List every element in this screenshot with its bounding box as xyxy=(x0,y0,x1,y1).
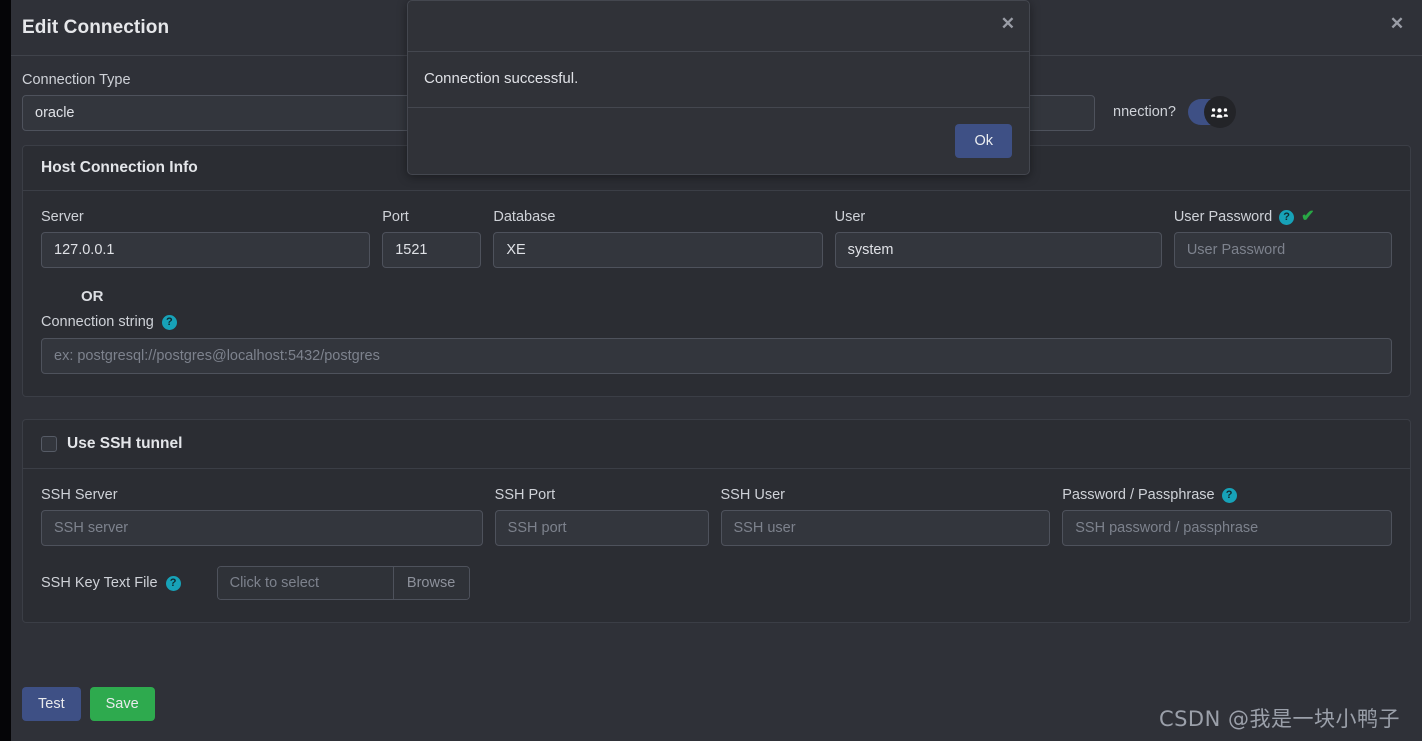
or-label: OR xyxy=(81,288,104,305)
connection-string-input[interactable] xyxy=(41,338,1392,374)
ssh-user-input[interactable] xyxy=(720,510,1051,546)
users-icon xyxy=(1211,107,1229,118)
ssh-password-input[interactable] xyxy=(1062,510,1393,546)
green-check-icon: ✔ xyxy=(1301,208,1315,225)
ssh-password-label-text: Password / Passphrase xyxy=(1062,487,1215,503)
use-ssh-tunnel-label: Use SSH tunnel xyxy=(67,435,183,452)
close-icon[interactable]: ✕ xyxy=(1001,15,1015,32)
background-strip xyxy=(0,0,11,741)
modal-message: Connection successful. xyxy=(408,52,1029,108)
share-connection-toggle[interactable] xyxy=(1187,96,1236,128)
ssh-user-field: SSH User xyxy=(720,487,1051,546)
use-ssh-tunnel-checkbox[interactable] xyxy=(41,436,57,452)
ssh-tunnel-card: Use SSH tunnel SSH Server SSH Port xyxy=(22,419,1411,623)
question-circle-icon[interactable]: ? xyxy=(1279,209,1295,225)
watermark: CSDN @我是一块小鸭子 xyxy=(1158,707,1400,731)
share-connection-group: nnection? xyxy=(1113,96,1236,131)
host-connection-body: Server Port Database User xyxy=(23,191,1410,396)
host-fields-row: Server Port Database User xyxy=(41,209,1392,268)
browse-button[interactable]: Browse xyxy=(392,567,469,599)
ssh-server-label: SSH Server xyxy=(41,487,118,503)
user-password-label-text: User Password xyxy=(1173,209,1273,225)
ssh-fields-row: SSH Server SSH Port SSH User xyxy=(41,487,1393,546)
question-circle-icon[interactable]: ? xyxy=(161,314,177,330)
ssh-tunnel-body: SSH Server SSH Port SSH User xyxy=(23,469,1410,622)
ssh-password-field: Password / Passphrase ? xyxy=(1062,487,1393,546)
ssh-server-input[interactable] xyxy=(41,510,483,546)
connection-string-label-text: Connection string xyxy=(41,314,154,330)
user-password-label: User Password ? ✔ xyxy=(1173,208,1392,226)
ssh-tunnel-header[interactable]: Use SSH tunnel xyxy=(23,420,1410,469)
connection-result-modal: ✕ Connection successful. Ok xyxy=(407,0,1030,175)
ssh-key-file-label-text: SSH Key Text File xyxy=(41,575,158,591)
user-password-field: User Password ? ✔ xyxy=(1173,208,1392,268)
user-input[interactable] xyxy=(834,232,1162,268)
ssh-server-field: SSH Server xyxy=(41,487,483,546)
screen: Edit Connection ✕ Connection Type oracle… xyxy=(0,0,1422,741)
host-connection-card: Host Connection Info Server Port Databas… xyxy=(22,145,1411,397)
ssh-key-file-picker[interactable]: Click to select Browse xyxy=(216,566,470,600)
server-input[interactable] xyxy=(41,232,371,268)
close-icon[interactable]: ✕ xyxy=(1386,13,1408,35)
database-field: Database xyxy=(493,209,823,268)
port-label: Port xyxy=(382,209,409,225)
connection-string-label: Connection string ? xyxy=(41,314,1392,330)
user-password-input[interactable] xyxy=(1173,232,1392,268)
database-label: Database xyxy=(493,209,556,225)
ssh-port-input[interactable] xyxy=(494,510,709,546)
ssh-key-file-row: SSH Key Text File ? Click to select Brow… xyxy=(41,566,1392,600)
ssh-port-label: SSH Port xyxy=(494,487,556,503)
user-field: User xyxy=(834,209,1162,268)
ssh-user-label: SSH User xyxy=(720,487,785,503)
question-circle-icon[interactable]: ? xyxy=(1221,487,1237,503)
ok-button[interactable]: Ok xyxy=(955,124,1012,158)
ssh-key-file-name[interactable]: Click to select xyxy=(217,567,393,599)
page-title: Edit Connection xyxy=(22,16,170,38)
test-button[interactable]: Test xyxy=(22,687,81,721)
toggle-knob xyxy=(1203,96,1236,128)
modal-header: ✕ xyxy=(408,1,1029,52)
ssh-port-field: SSH Port xyxy=(494,487,709,546)
port-input[interactable] xyxy=(382,232,482,268)
database-input[interactable] xyxy=(493,232,823,268)
question-circle-icon[interactable]: ? xyxy=(165,575,181,591)
ssh-key-file-label: SSH Key Text File ? xyxy=(41,575,181,591)
port-field: Port xyxy=(382,209,482,268)
share-connection-label: nnection? xyxy=(1113,104,1176,120)
server-label: Server xyxy=(41,209,84,225)
user-label: User xyxy=(834,209,866,225)
ssh-password-label: Password / Passphrase ? xyxy=(1062,487,1392,503)
modal-footer: Ok xyxy=(408,108,1029,174)
save-button[interactable]: Save xyxy=(89,687,155,721)
server-field: Server xyxy=(41,209,371,268)
